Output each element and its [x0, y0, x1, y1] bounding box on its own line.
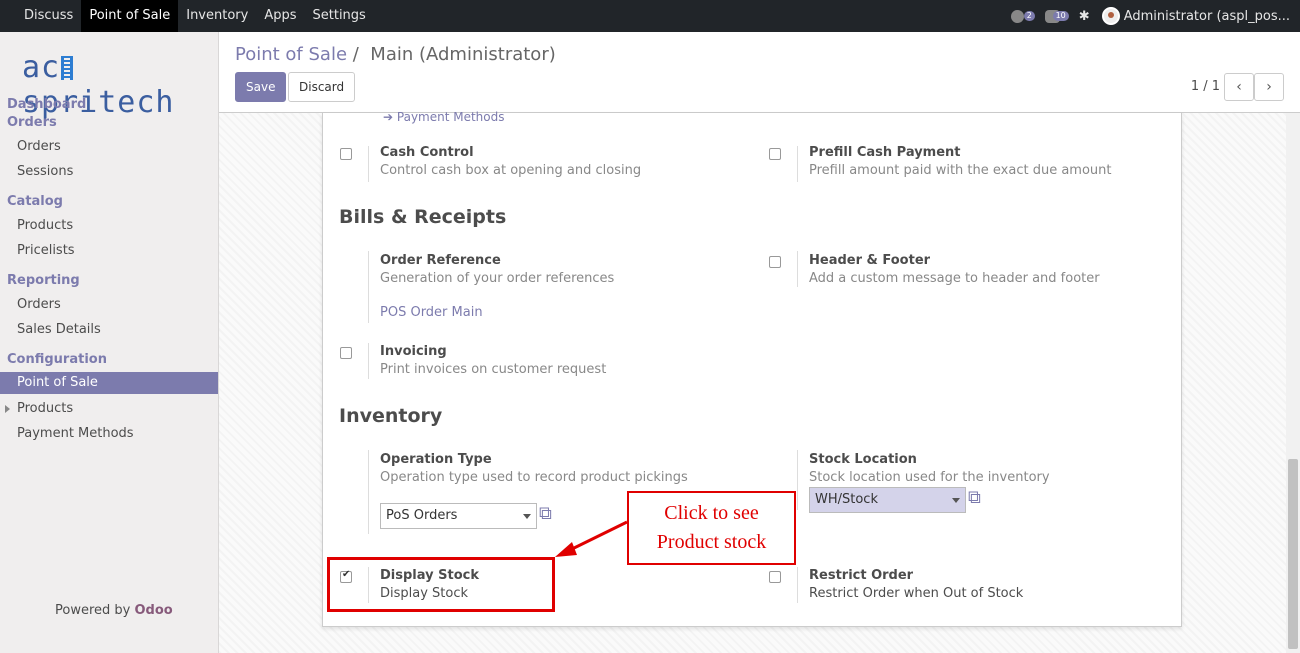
annotation-arrow — [555, 520, 628, 557]
